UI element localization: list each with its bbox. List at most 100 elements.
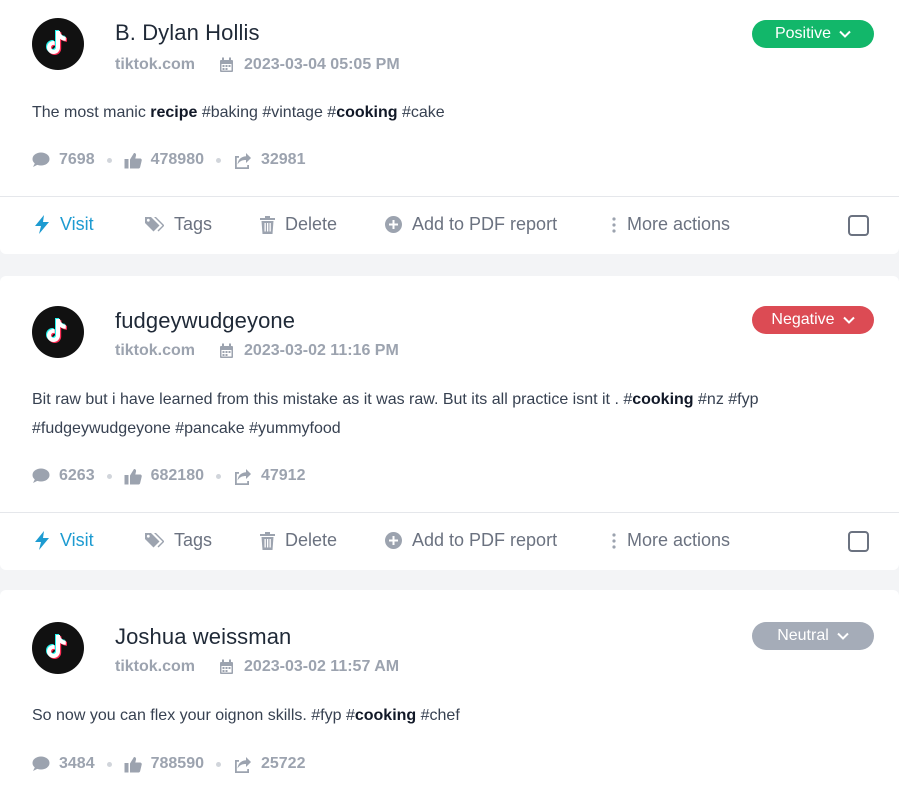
action-bar: Visit Tags Delete Add to PDF report More… — [0, 513, 899, 569]
engagement-stats: 7698 478980 32981 — [32, 151, 305, 169]
post-text: So now you can flex your oignon skills. … — [32, 701, 829, 730]
engagement-stats: 3484 788590 25722 — [32, 755, 305, 773]
highlighted-keyword: cooking — [632, 391, 694, 408]
source-domain[interactable]: tiktok.com — [115, 658, 195, 676]
share-icon — [233, 468, 252, 485]
thumbs-up-icon — [124, 152, 142, 169]
highlighted-keyword: cooking — [354, 707, 417, 724]
delete-label: Delete — [285, 530, 338, 550]
thumbs-up-icon — [124, 468, 142, 485]
tiktok-logo-icon[interactable] — [32, 622, 84, 674]
separator-dot — [215, 473, 221, 479]
highlighted-keyword: recipe — [150, 104, 198, 121]
separator-dot — [215, 761, 221, 767]
sentiment-dropdown[interactable]: Neutral — [752, 622, 874, 650]
plus-circle-icon — [385, 532, 402, 549]
text-segment: So now you can flex your oignon skills. … — [32, 707, 355, 724]
chevron-down-icon — [837, 627, 849, 645]
shares-count: 32981 — [260, 151, 306, 168]
text-segment: #baking #vintage # — [197, 104, 337, 121]
more-actions-button[interactable]: More actions — [611, 214, 730, 235]
add-to-pdf-label: Add to PDF report — [412, 214, 558, 234]
sentiment-dropdown[interactable]: Positive — [752, 20, 874, 48]
comment-bubble-icon — [32, 152, 50, 168]
comments-count: 3484 — [59, 755, 95, 772]
more-actions-label: More actions — [627, 530, 731, 550]
engagement-stats: 6263 682180 47912 — [32, 467, 305, 485]
vertical-dots-icon — [611, 532, 617, 550]
post-datetime: 2023-03-04 05:05 PM — [244, 56, 400, 73]
tag-icon — [145, 216, 164, 233]
tag-icon — [145, 532, 164, 549]
tags-button[interactable]: Tags — [145, 214, 212, 235]
likes-count: 788590 — [150, 755, 204, 772]
author-name[interactable]: Joshua weissman — [115, 624, 291, 650]
chevron-down-icon — [842, 311, 855, 329]
sentiment-label: Positive — [774, 25, 832, 42]
post-card: fudgeywudgeyone tiktok.com 2023-03-02 11… — [0, 276, 899, 570]
comments-count: 6263 — [59, 467, 95, 484]
post-meta: tiktok.com 2023-03-04 05:05 PM — [115, 56, 400, 74]
delete-label: Delete — [285, 214, 338, 234]
visit-label: Visit — [60, 214, 94, 234]
text-segment: #cake — [397, 104, 445, 121]
source-domain[interactable]: tiktok.com — [115, 342, 195, 360]
text-segment: Bit raw but i have learned from this mis… — [32, 391, 633, 408]
more-actions-label: More actions — [627, 214, 731, 234]
select-checkbox[interactable] — [848, 531, 869, 552]
sentiment-label: Neutral — [777, 627, 829, 644]
likes-count: 682180 — [150, 467, 204, 484]
share-icon — [233, 756, 252, 773]
tiktok-logo-icon[interactable] — [32, 306, 84, 358]
separator-dot — [106, 761, 112, 767]
more-actions-button[interactable]: More actions — [611, 530, 730, 551]
author-name[interactable]: fudgeywudgeyone — [115, 308, 295, 334]
separator-dot — [215, 157, 221, 163]
trash-icon — [260, 215, 275, 234]
calendar-icon — [219, 659, 234, 675]
chevron-down-icon — [839, 25, 851, 43]
calendar-icon — [219, 57, 234, 73]
vertical-dots-icon — [611, 216, 617, 234]
post-datetime: 2023-03-02 11:16 PM — [244, 342, 399, 359]
post-card: B. Dylan Hollis tiktok.com 2023-03-04 05… — [0, 0, 899, 254]
text-segment: #chef — [416, 707, 460, 724]
shares-count: 25722 — [260, 755, 306, 772]
post-text: Bit raw but i have learned from this mis… — [32, 385, 829, 443]
add-to-pdf-button[interactable]: Add to PDF report — [385, 214, 557, 235]
add-to-pdf-label: Add to PDF report — [412, 530, 558, 550]
author-name[interactable]: B. Dylan Hollis — [115, 20, 260, 46]
text-segment: The most manic — [32, 104, 151, 121]
share-icon — [233, 152, 252, 169]
calendar-icon — [219, 343, 234, 359]
delete-button[interactable]: Delete — [260, 214, 337, 235]
separator-dot — [106, 473, 112, 479]
source-domain[interactable]: tiktok.com — [115, 56, 195, 74]
visit-label: Visit — [60, 530, 94, 550]
lightning-bolt-icon — [34, 215, 50, 234]
delete-button[interactable]: Delete — [260, 530, 337, 551]
tiktok-logo-icon[interactable] — [32, 18, 84, 70]
thumbs-up-icon — [124, 756, 142, 773]
visit-button[interactable]: Visit — [34, 214, 94, 235]
trash-icon — [260, 531, 275, 550]
tags-button[interactable]: Tags — [145, 530, 212, 551]
add-to-pdf-button[interactable]: Add to PDF report — [385, 530, 557, 551]
lightning-bolt-icon — [34, 531, 50, 550]
sentiment-dropdown[interactable]: Negative — [752, 306, 874, 334]
comment-bubble-icon — [32, 468, 50, 484]
comments-count: 7698 — [59, 151, 95, 168]
likes-count: 478980 — [150, 151, 204, 168]
visit-button[interactable]: Visit — [34, 530, 94, 551]
action-bar: Visit Tags Delete Add to PDF report More… — [0, 197, 899, 253]
select-checkbox[interactable] — [848, 215, 869, 236]
sentiment-label: Negative — [771, 311, 835, 328]
post-text: The most manic recipe #baking #vintage #… — [32, 98, 829, 127]
post-datetime: 2023-03-02 11:57 AM — [244, 658, 400, 675]
highlighted-keyword: cooking — [336, 104, 398, 121]
post-meta: tiktok.com 2023-03-02 11:16 PM — [115, 342, 399, 360]
plus-circle-icon — [385, 216, 402, 233]
tags-label: Tags — [174, 214, 213, 234]
post-meta: tiktok.com 2023-03-02 11:57 AM — [115, 658, 399, 676]
comment-bubble-icon — [32, 756, 50, 772]
